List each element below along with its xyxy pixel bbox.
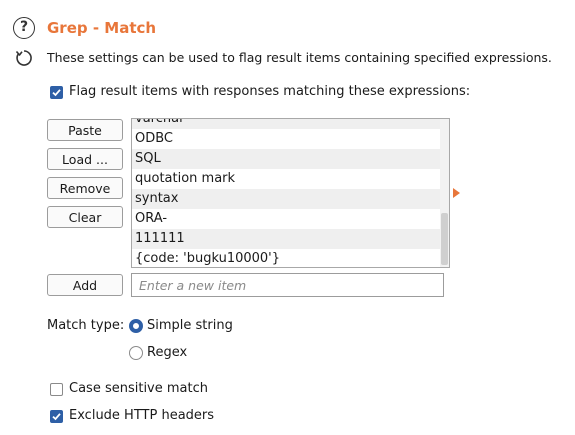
list-item[interactable]: ORA- (132, 209, 449, 229)
list-scrollbar-thumb[interactable] (441, 213, 448, 265)
regex-radio[interactable] (129, 346, 143, 360)
list-item[interactable]: {code: 'bugku10000'} (132, 249, 449, 267)
simple-string-label: Simple string (147, 318, 233, 333)
list-item[interactable]: syntax (132, 189, 449, 209)
simple-string-radio[interactable] (129, 319, 143, 333)
case-sensitive-checkbox[interactable] (50, 383, 63, 396)
flag-result-label: Flag result items with responses matchin… (69, 84, 471, 99)
regex-label: Regex (147, 345, 188, 360)
expressions-list[interactable]: varchar ODBC SQL quotation mark syntax O… (131, 118, 450, 268)
new-item-input[interactable] (131, 273, 444, 297)
flag-result-checkbox[interactable] (50, 86, 63, 99)
remove-button[interactable]: Remove (47, 177, 123, 199)
match-type-label: Match type: (47, 318, 125, 333)
section-description: These settings can be used to flag resul… (47, 50, 552, 65)
exclude-headers-label: Exclude HTTP headers (69, 408, 215, 423)
list-item[interactable]: ODBC (132, 129, 449, 149)
list-item[interactable]: SQL (132, 149, 449, 169)
section-title: Grep - Match (47, 19, 157, 37)
list-item[interactable]: 111111 (132, 229, 449, 249)
load-button[interactable]: Load ... (47, 148, 123, 170)
expand-arrow-icon (453, 188, 460, 198)
add-button[interactable]: Add (47, 274, 123, 296)
help-icon[interactable]: ? (13, 17, 35, 39)
exclude-headers-checkbox[interactable] (50, 410, 63, 423)
refresh-icon[interactable] (14, 48, 34, 68)
list-item[interactable]: varchar (132, 119, 449, 129)
paste-button[interactable]: Paste (47, 119, 123, 141)
clear-button[interactable]: Clear (47, 206, 123, 228)
list-item[interactable]: quotation mark (132, 169, 449, 189)
case-sensitive-label: Case sensitive match (69, 381, 208, 396)
